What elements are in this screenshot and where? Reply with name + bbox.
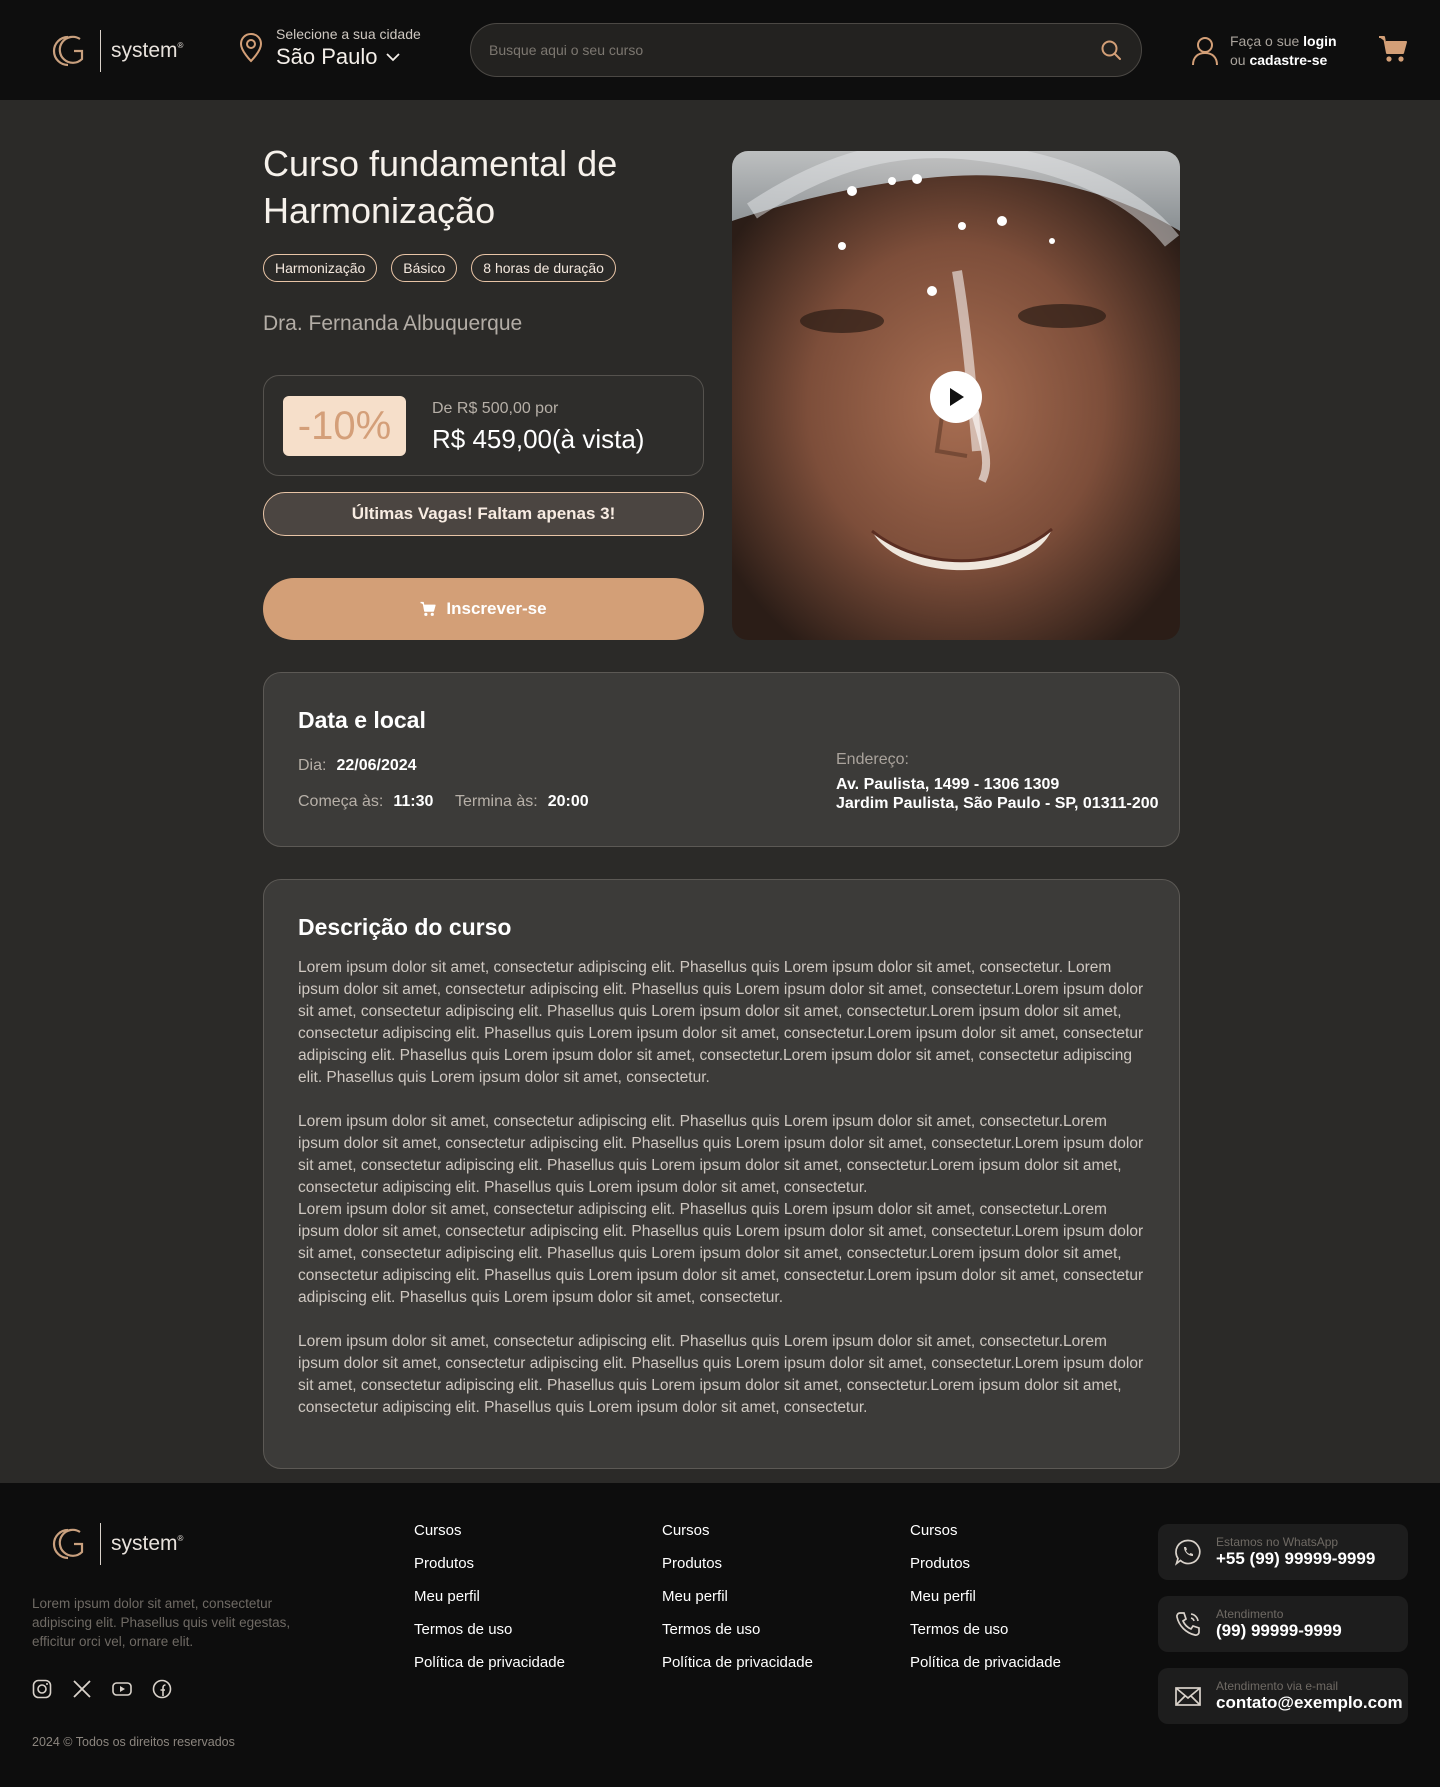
signup-link[interactable]: cadastre-se [1249,52,1327,68]
footer-link-courses[interactable]: Cursos [662,1521,813,1540]
last-spots-alert: Últimas Vagas! Faltam apenas 3! [263,492,704,536]
search-bar [470,23,1142,77]
address-label: Endereço: [836,751,909,768]
footer-link-products[interactable]: Produtos [910,1554,1061,1573]
contact-value: contato@exemplo.com [1216,1693,1403,1712]
tag-category: Harmonização [263,254,378,282]
logo-mark-icon [52,35,84,67]
contact-label: Estamos no WhatsApp [1216,1535,1339,1549]
mail-icon [1175,1687,1201,1706]
footer-column-1: Cursos Produtos Meu perfil Termos de uso… [414,1521,565,1686]
logo-wordmark: system® [111,1532,184,1555]
play-icon [950,388,964,406]
logo[interactable]: system® [42,30,183,72]
description-paragraph: Lorem ipsum dolor sit amet, consectetur … [298,1113,1144,1196]
footer-link-privacy[interactable]: Política de privacidade [910,1653,1061,1672]
contact-email[interactable]: Atendimento via e-mail contato@exemplo.co… [1158,1668,1408,1724]
course-title: Curso fundamental de Harmonização [263,143,618,231]
course-start: Começa às: 11:30 [298,793,434,810]
footer-link-profile[interactable]: Meu perfil [910,1587,1061,1606]
contact-label: Atendimento via e-mail [1216,1679,1339,1693]
user-icon [1192,37,1218,66]
contact-whatsapp[interactable]: Estamos no WhatsApp +55 (99) 99999-9999 [1158,1524,1408,1580]
footer-link-terms[interactable]: Termos de uso [662,1620,813,1639]
social-links [32,1679,172,1699]
footer: system® Lorem ipsum dolor sit amet, cons… [0,1483,1440,1787]
footer-link-courses[interactable]: Cursos [910,1521,1061,1540]
chevron-down-icon [385,52,400,61]
cart-icon[interactable] [1378,34,1408,64]
contact-phone[interactable]: Atendimento (99) 99999-9999 [1158,1596,1408,1652]
logo-separator [100,30,101,72]
date-location-title: Data e local [298,707,426,733]
description-text: Lorem ipsum dolor sit amet, consectetur … [298,957,1148,1441]
login-link[interactable]: login [1303,33,1336,49]
contact-value: +55 (99) 99999-9999 [1216,1549,1376,1568]
search-icon[interactable] [1099,38,1123,62]
footer-link-products[interactable]: Produtos [662,1554,813,1573]
footer-link-terms[interactable]: Termos de uso [910,1620,1061,1639]
city-name-text: São Paulo [276,44,378,69]
logo-separator [100,1523,101,1565]
tag-level: Básico [391,254,458,282]
contact-value: (99) 99999-9999 [1216,1621,1342,1640]
login-text: Faça o sue login ou cadastre-se [1230,33,1337,68]
footer-description: Lorem ipsum dolor sit amet, consectetur … [32,1596,291,1649]
address: Av. Paulista, 1499 - 1306 1309 Jardim Pa… [836,776,1159,812]
phone-icon [1176,1612,1200,1636]
footer-column-3: Cursos Produtos Meu perfil Termos de uso… [910,1521,1061,1686]
footer-link-terms[interactable]: Termos de uso [414,1620,565,1639]
description-paragraph: Lorem ipsum dolor sit amet, consectetur … [298,1201,1144,1306]
cart-icon [420,601,437,616]
youtube-icon[interactable] [112,1679,132,1699]
header: system® Selecione a sua cidade São Paulo… [0,0,1440,100]
location-pin-icon [239,32,263,63]
footer-column-2: Cursos Produtos Meu perfil Termos de uso… [662,1521,813,1686]
city-label: Selecione a sua cidade [276,26,421,42]
enroll-button-label: Inscrever-se [446,599,547,618]
description-paragraph: Lorem ipsum dolor sit amet, consectetur … [298,959,1144,1086]
footer-link-profile[interactable]: Meu perfil [662,1587,813,1606]
x-icon[interactable] [72,1679,92,1699]
city-name[interactable]: São Paulo [276,44,421,70]
whatsapp-icon [1174,1539,1201,1566]
logo-mark-icon [52,1528,84,1560]
course-day: Dia: 22/06/2024 [298,757,417,774]
date-location-card: Data e local Dia: 22/06/2024 Começa às: 11… [263,672,1180,847]
course-tags: Harmonização Básico 8 horas de duração [263,254,616,282]
course-end: Termina às: 20:00 [455,793,589,810]
discount-badge: -10% [283,396,406,456]
description-title: Descrição do curso [298,914,512,940]
old-price: De R$ 500,00 por [432,400,559,417]
enroll-button[interactable]: Inscrever-se [263,578,704,640]
footer-link-profile[interactable]: Meu perfil [414,1587,565,1606]
price-box: -10% De R$ 500,00 por R$ 459,00(à vista) [263,375,704,476]
footer-link-privacy[interactable]: Política de privacidade [414,1653,565,1672]
login-area[interactable]: Faça o sue login ou cadastre-se [1190,32,1337,70]
current-price: R$ 459,00(à vista) [432,424,645,454]
copyright: 2024 © Todos os direitos reservados [32,1735,235,1749]
footer-link-privacy[interactable]: Política de privacidade [662,1653,813,1672]
city-selector[interactable]: Selecione a sua cidade São Paulo [238,26,421,70]
course-video[interactable] [732,151,1180,640]
play-button[interactable] [930,371,982,423]
description-card: Descrição do curso Lorem ipsum dolor sit… [263,879,1180,1469]
instagram-icon[interactable] [32,1679,52,1699]
description-paragraph: Lorem ipsum dolor sit amet, consectetur … [298,1333,1144,1416]
course-author: Dra. Fernanda Albuquerque [263,312,523,335]
search-input[interactable] [489,42,1099,58]
footer-link-products[interactable]: Produtos [414,1554,565,1573]
facebook-icon[interactable] [152,1679,172,1699]
footer-link-courses[interactable]: Cursos [414,1521,565,1540]
contact-label: Atendimento [1216,1607,1284,1621]
footer-logo[interactable]: system® [42,1523,183,1565]
tag-duration: 8 horas de duração [471,254,616,282]
logo-wordmark: system® [111,39,184,62]
